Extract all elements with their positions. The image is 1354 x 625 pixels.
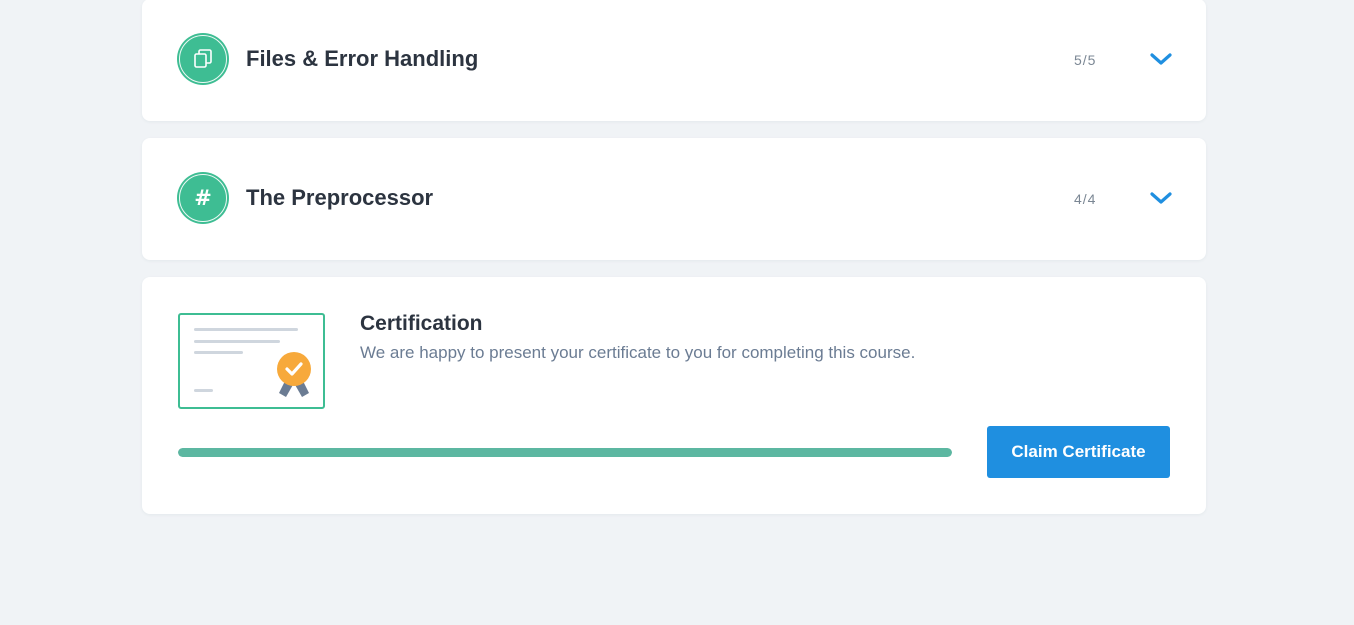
claim-certificate-button[interactable]: Claim Certificate	[987, 426, 1170, 478]
certification-card: Certification We are happy to present yo…	[142, 277, 1206, 514]
certificate-icon	[178, 313, 325, 409]
chevron-down-icon[interactable]	[1149, 51, 1173, 67]
module-progress-count: 4/4	[1074, 191, 1097, 207]
hash-glyph: #	[194, 186, 212, 210]
course-progress-fill	[178, 448, 952, 457]
certification-title: Certification	[360, 312, 483, 335]
chevron-down-icon[interactable]	[1149, 190, 1173, 206]
module-card-files-error-handling[interactable]: Files & Error Handling 5/5	[142, 0, 1206, 121]
course-progress-bar	[178, 448, 952, 457]
module-card-the-preprocessor[interactable]: # The Preprocessor 4/4	[142, 138, 1206, 260]
module-title: Files & Error Handling	[246, 46, 479, 71]
certification-description: We are happy to present your certificate…	[360, 343, 916, 362]
hash-icon: #	[177, 172, 229, 224]
files-icon	[177, 33, 229, 85]
module-progress-count: 5/5	[1074, 52, 1097, 68]
module-title: The Preprocessor	[246, 185, 434, 210]
